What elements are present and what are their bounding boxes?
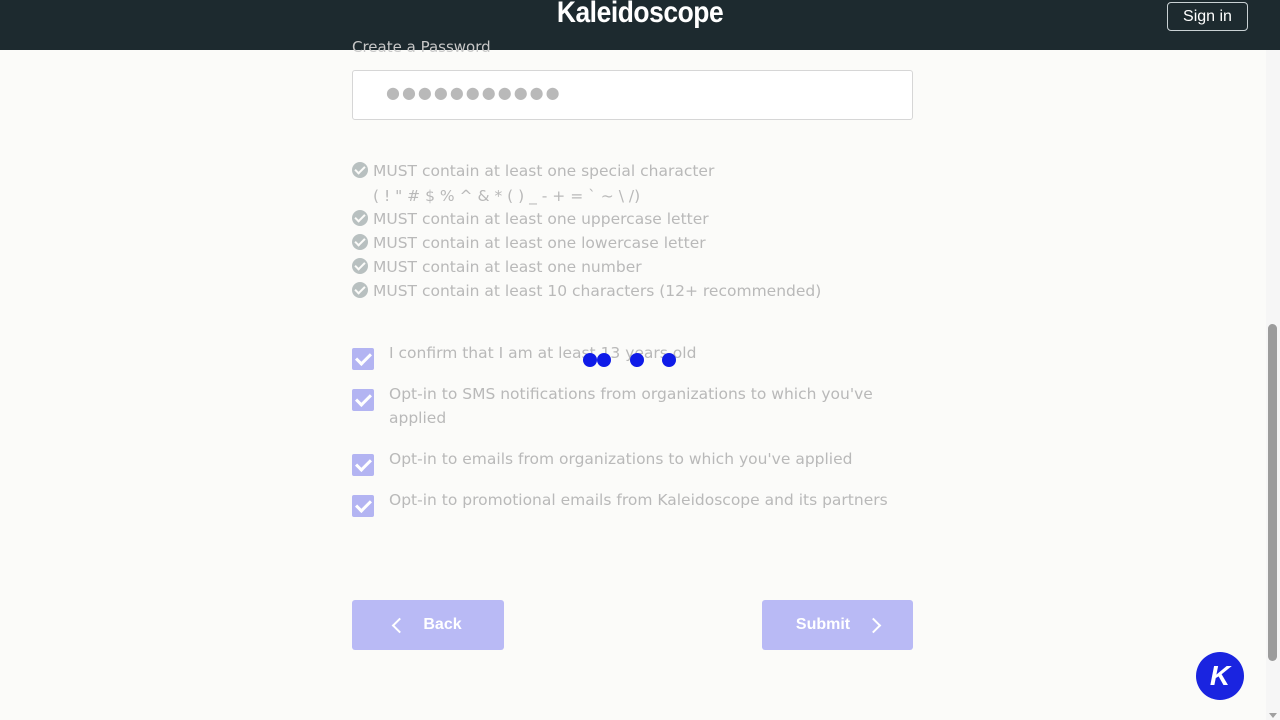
check-circle-icon [352, 282, 368, 298]
chevron-right-icon [865, 617, 882, 633]
check-circle-icon [352, 234, 368, 250]
sign-in-button[interactable]: Sign in [1167, 2, 1248, 31]
sms-optin-checkbox[interactable] [352, 389, 374, 411]
special-characters-list: ( ! " # $ % ^ & * ( ) _ - + = ` ~ \ /) [373, 187, 641, 205]
rule-special-character: MUST contain at least one special charac… [352, 160, 952, 184]
password-rules-list: MUST contain at least one special charac… [352, 160, 952, 304]
rule-text: MUST contain at least 10 characters (12+… [373, 282, 822, 300]
scrollbar-thumb[interactable] [1268, 324, 1277, 661]
promo-optin-label: Opt-in to promotional emails from Kaleid… [389, 491, 888, 509]
chat-launcher-letter: K [1209, 660, 1231, 691]
rule-length: MUST contain at least 10 characters (12+… [352, 280, 952, 304]
marker-dot [583, 353, 597, 367]
top-navigation-bar: Kaleidoscope Sign in [0, 0, 1280, 50]
chat-launcher-button[interactable]: K [1196, 652, 1244, 700]
email-optin-label: Opt-in to emails from organizations to w… [389, 450, 853, 468]
sms-optin-label: Opt-in to SMS notifications from organiz… [389, 385, 873, 427]
page-scrollbar[interactable] [1266, 50, 1280, 720]
email-optin-checkbox[interactable] [352, 454, 374, 476]
email-optin-row[interactable]: Opt-in to emails from organizations to w… [352, 450, 912, 476]
back-button[interactable]: Back [352, 600, 504, 650]
rule-number: MUST contain at least one number [352, 256, 952, 280]
promo-optin-checkbox[interactable] [352, 495, 374, 517]
check-circle-icon [352, 258, 368, 274]
rule-text: MUST contain at least one number [373, 258, 642, 276]
marker-dot [630, 353, 644, 367]
rule-text: MUST contain at least one uppercase lett… [373, 210, 709, 228]
check-circle-icon [352, 162, 368, 178]
age-confirmation-label: I confirm that I am at least 13 years ol… [389, 344, 697, 362]
scroll-down-arrow-icon[interactable] [1269, 713, 1277, 718]
rule-lowercase: MUST contain at least one lowercase lett… [352, 232, 952, 256]
password-masked-value: ●●●●●●●●●●● [386, 83, 562, 102]
chevron-left-icon [392, 617, 408, 633]
check-circle-icon [352, 210, 368, 226]
rule-text: MUST contain at least one special charac… [373, 162, 715, 180]
rule-uppercase: MUST contain at least one uppercase lett… [352, 208, 952, 232]
marker-dot [662, 353, 676, 367]
sms-optin-row[interactable]: Opt-in to SMS notifications from organiz… [352, 385, 912, 430]
password-input[interactable]: ●●●●●●●●●●● [352, 70, 913, 120]
age-confirmation-checkbox[interactable] [352, 348, 374, 370]
submit-button[interactable]: Submit [762, 600, 913, 650]
password-label: Create a Password [352, 38, 491, 56]
back-button-label: Back [423, 616, 462, 633]
marker-dot [597, 353, 611, 367]
submit-button-label: Submit [795, 616, 851, 633]
rule-text: MUST contain at least one lowercase lett… [373, 234, 706, 252]
brand-logo[interactable]: Kaleidoscope [77, 0, 1203, 30]
promo-optin-row[interactable]: Opt-in to promotional emails from Kaleid… [352, 491, 912, 517]
